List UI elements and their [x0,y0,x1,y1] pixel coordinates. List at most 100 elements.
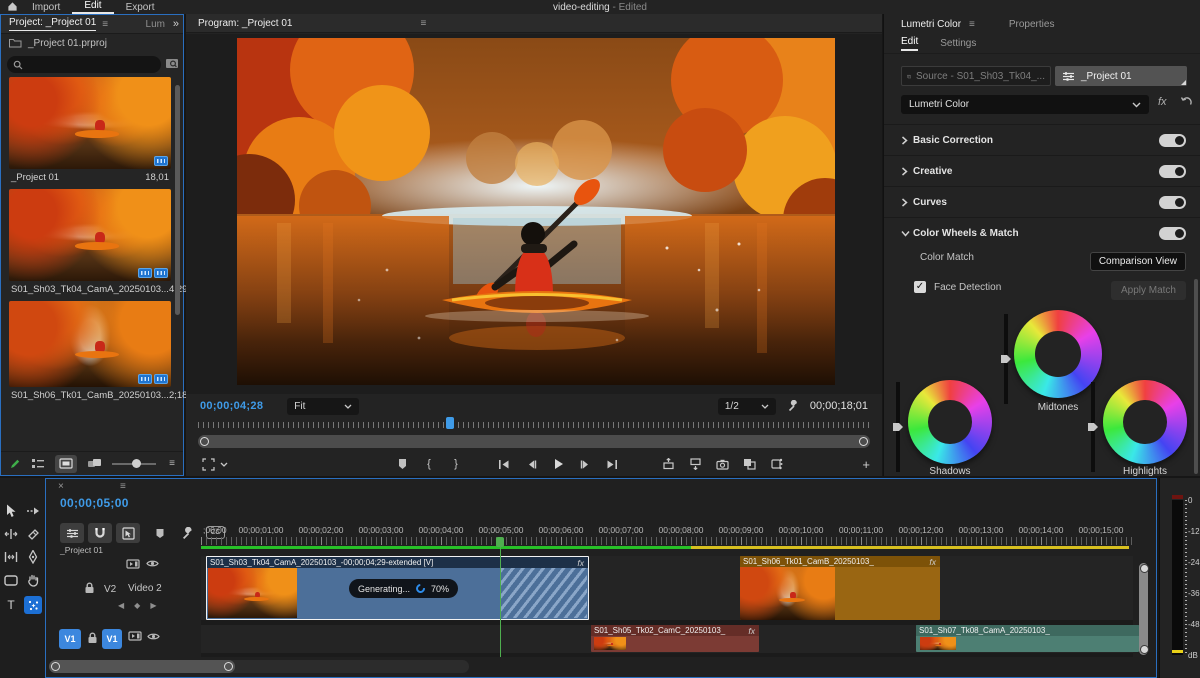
tab-program[interactable]: Program: _Project 01 [198,18,293,29]
timeline-timecode[interactable]: 00;00;05;00 [60,496,129,510]
button-editor-plus[interactable]: + [862,457,870,472]
playback-resolution-select[interactable]: 1/2 [717,397,776,415]
scrollbar-handle-left[interactable] [51,662,60,671]
tab-project[interactable]: Project: _Project 01 [9,17,97,31]
clip-fx-badge[interactable]: fx [748,626,755,636]
zoom-slider-knob[interactable] [131,458,141,468]
toggle-curves[interactable] [1159,195,1186,209]
selection-tool[interactable] [2,502,20,520]
home-icon[interactable] [4,0,20,14]
search-input[interactable] [7,56,178,73]
mark-out-button[interactable]: } [448,456,464,472]
settings-wrench-icon[interactable] [786,398,802,414]
slip-tool[interactable] [2,548,20,566]
add-keyframe-icon[interactable]: ◆ [134,601,140,610]
timeline-clip-v2a[interactable]: S01_Sh03_Tk04_CamA_20250103_-00;00;04;29… [206,556,589,620]
clip-fx-badge[interactable]: fx [577,558,584,568]
close-panel-icon[interactable]: × [58,481,64,492]
step-forward-button[interactable] [577,456,593,472]
reset-effect-icon[interactable] [1180,96,1193,108]
tab-properties[interactable]: Properties [1009,19,1055,30]
safe-margins-button[interactable] [200,456,216,472]
fx-bypass-icon[interactable]: fx [1158,96,1167,108]
audio-meter-panel[interactable]: 0 -12 -24 -36 -48 dB [1159,478,1200,678]
freeform-view-icon[interactable] [87,458,102,470]
zoom-level-select[interactable]: Fit [287,397,360,415]
program-timecode[interactable]: 00;00;04;28 [200,400,263,412]
search-bin-button[interactable] [165,57,179,69]
effect-select[interactable]: Lumetri Color [901,95,1149,114]
comparison-view-button-icon[interactable] [741,456,757,472]
slider-handle[interactable] [1088,423,1098,431]
add-marker-button[interactable] [394,456,410,472]
prev-keyframe-icon[interactable]: ◀ [118,601,124,610]
program-panel-menu-icon[interactable]: ≡ [421,18,427,29]
panel-menu-icon[interactable]: ≡ [969,19,975,30]
face-detection-checkbox[interactable]: ✓ [914,281,926,293]
timeline-ruler[interactable]: ;00;00 00;00;01;00 00;00;02;00 00;00;03;… [201,525,1133,556]
scrollbar-handle-left[interactable] [200,437,209,446]
tab-overflow-chevron-icon[interactable]: » [173,18,179,30]
track-select-forward-tool[interactable] [24,502,42,520]
timeline-hscroll-bar[interactable] [49,660,235,673]
icon-view-button[interactable] [55,454,77,473]
program-scrub-ticks[interactable] [198,417,870,431]
menu-import[interactable]: Import [20,1,72,14]
track-lock-icon[interactable] [84,582,95,594]
source-patch-icon[interactable] [128,631,142,641]
mark-in-button[interactable]: { [421,456,437,472]
track-v1-badge[interactable]: V1 [102,629,122,649]
scrollbar-handle-right[interactable] [224,662,233,671]
menu-edit[interactable]: Edit [72,0,114,14]
timeline-vscroll-bar[interactable] [1139,563,1149,655]
project-scrollbar[interactable] [175,85,180,315]
linked-selection-button[interactable] [116,523,140,543]
midtones-luma-slider[interactable] [1001,314,1011,404]
timeline-clip-v1a[interactable]: S01_Sh05_Tk02_CamC_20250103_ fx [591,625,759,652]
list-view-icon[interactable] [31,458,45,469]
toggle-creative[interactable] [1159,164,1186,178]
slider-handle[interactable] [893,423,903,431]
generative-ai-tool[interactable] [24,596,42,614]
ripple-edit-tool[interactable] [2,525,20,543]
project-panel-menu-icon[interactable]: ≡ [169,458,175,469]
section-color-wheels[interactable]: Color Wheels & Match [884,217,1200,248]
extract-button[interactable] [687,456,703,472]
comparison-view-button[interactable]: Comparison View [1089,252,1186,271]
project-file-row[interactable]: _Project 01.prproj [1,34,183,52]
program-playhead[interactable] [446,417,454,429]
apply-match-button[interactable]: Apply Match [1110,281,1186,300]
shadows-luma-slider[interactable] [893,382,903,472]
timeline-display-settings-button[interactable] [60,523,84,543]
track-v2-label[interactable]: Video 2 [128,583,162,594]
menu-export[interactable]: Export [114,1,167,14]
go-to-out-button[interactable] [604,456,620,472]
sequence-tab[interactable]: _Project 01 [60,545,103,555]
slider-handle[interactable] [1001,355,1011,363]
project-clip-card[interactable]: S01_Sh06_Tk01_CamB_20250103... 2;18 [9,301,187,403]
snap-magnet-button[interactable] [88,523,112,543]
thumbnail-zoom-slider[interactable] [112,458,156,468]
highlights-luma-slider[interactable] [1088,382,1098,472]
pen-tool[interactable] [24,548,42,566]
sequence-target-button[interactable]: _Project 01 [1055,66,1187,86]
tab-settings[interactable]: Settings [940,38,976,49]
toggle-basic-correction[interactable] [1159,133,1186,147]
export-frame-button[interactable] [714,456,730,472]
lift-button[interactable] [660,456,676,472]
timeline-wrench-icon[interactable] [178,524,198,542]
track-visibility-eye-icon[interactable] [147,632,160,641]
project-clip-card[interactable]: S01_Sh03_Tk04_CamA_20250103... 4;29 [9,189,187,297]
play-button[interactable] [550,456,566,472]
clip-fx-badge[interactable]: fx [929,557,936,567]
lumetri-scrollbar[interactable] [1194,279,1198,474]
step-back-button[interactable] [523,456,539,472]
track-lock-icon[interactable] [87,632,98,644]
program-video-frame[interactable] [237,38,835,385]
timeline-menu-icon[interactable]: ≡ [120,481,126,492]
source-patch-icon[interactable] [126,559,140,569]
chevron-down-icon[interactable] [216,456,232,472]
section-curves[interactable]: Curves [884,186,1200,217]
midtones-color-wheel[interactable] [1014,310,1102,398]
timeline-clip-v2b[interactable]: S01_Sh06_Tk01_CamB_20250103_ fx [740,556,940,620]
